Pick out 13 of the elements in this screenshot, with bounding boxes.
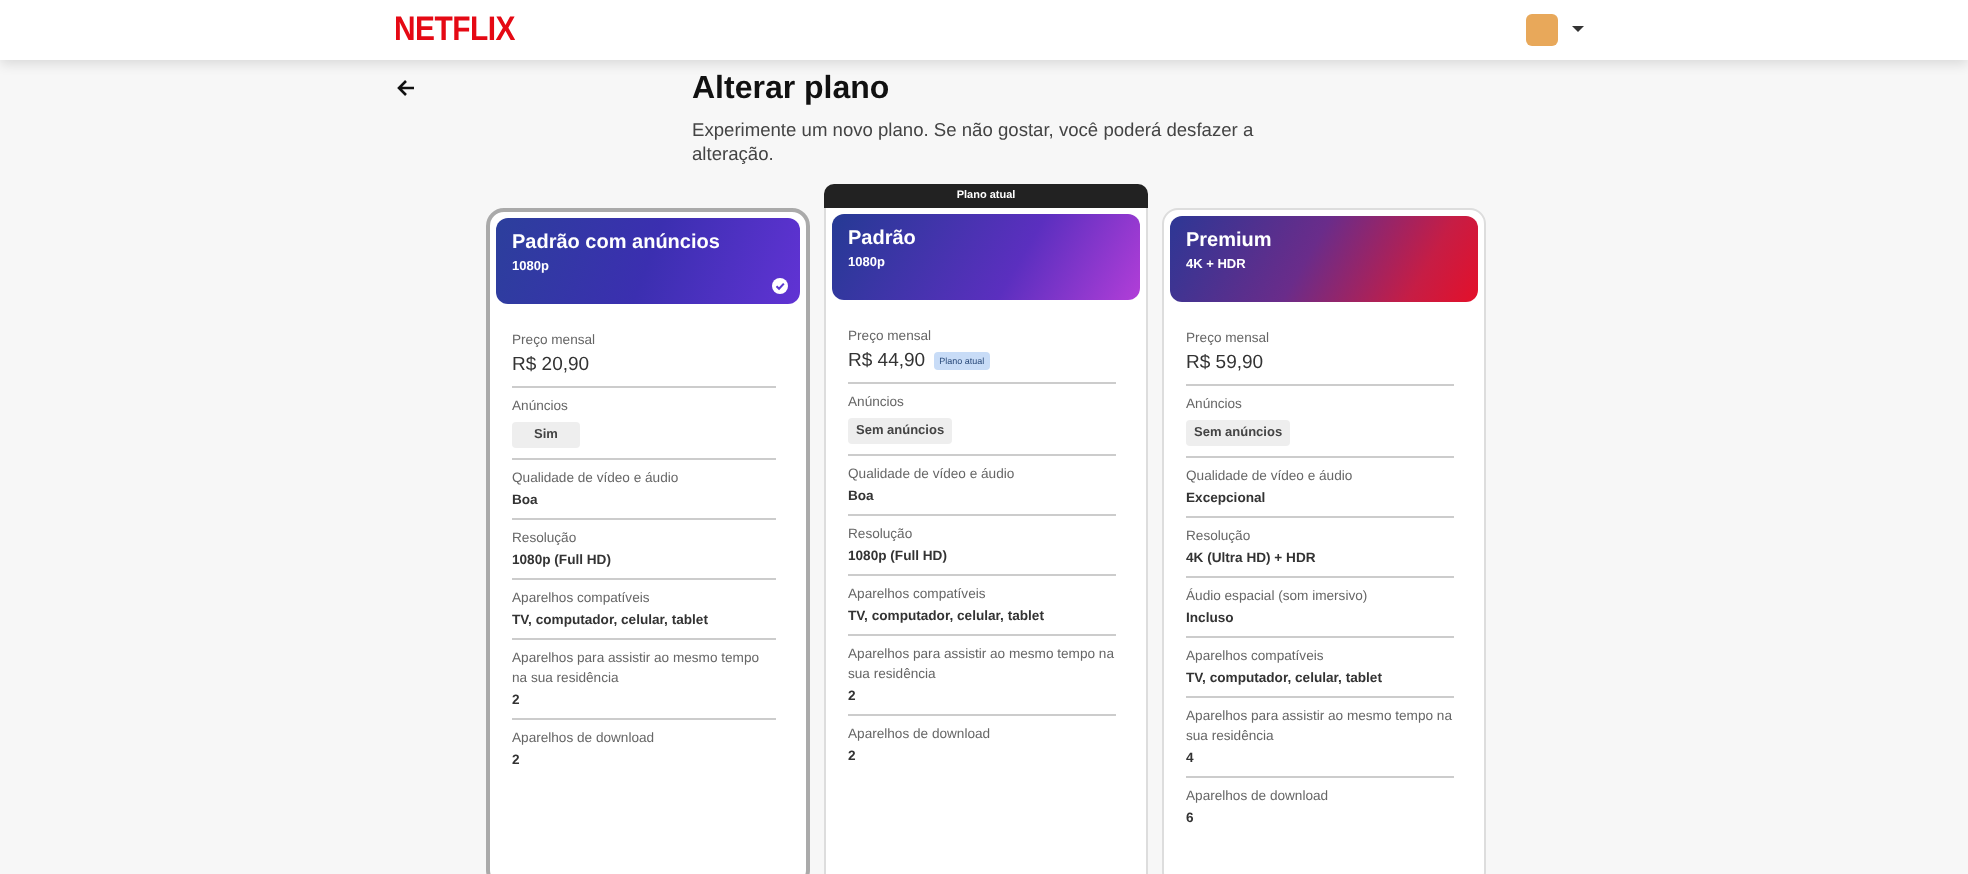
price-value: R$ 44,90: [848, 350, 926, 372]
plan-card[interactable]: [486, 208, 810, 874]
price-value: R$ 20,90: [512, 354, 590, 376]
plan-name: Premium: [1186, 230, 1274, 252]
caret-icon[interactable]: [1572, 26, 1584, 34]
page-subtitle: Experimente um novo plano. Se não gostar, você poderá desfazer a alteração.: [692, 118, 1256, 166]
back-arrow-icon[interactable]: [396, 78, 416, 98]
check-icon: [772, 278, 788, 294]
plan-name: Padrão: [848, 228, 918, 250]
price-value: R$ 59,90: [1186, 352, 1264, 374]
page-title: Alterar plano: [692, 70, 892, 110]
plan-name: Padrão com anúncios: [512, 232, 722, 254]
netflix-logo[interactable]: NETFLIX: [394, 10, 515, 50]
